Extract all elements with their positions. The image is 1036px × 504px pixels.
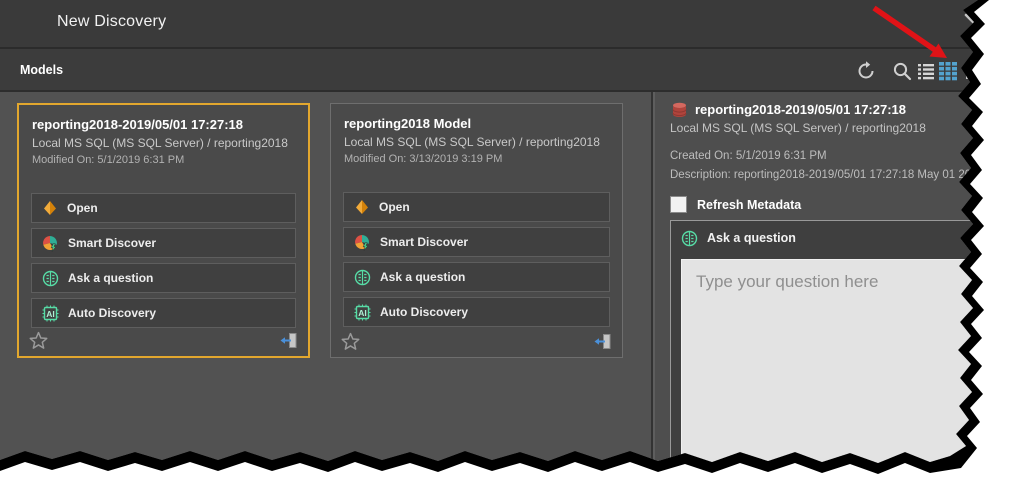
- section-label: Models: [20, 63, 63, 77]
- svg-text:AI: AI: [46, 308, 55, 318]
- smart-discover-button-label: Smart Discover: [380, 235, 468, 249]
- ask-a-question-button-label: Ask a question: [380, 270, 465, 284]
- content-area: reporting2018-2019/05/01 17:27:18 Local …: [0, 92, 1036, 504]
- ask-a-question-button[interactable]: Ask a question: [343, 262, 610, 292]
- details-created: Created On: 5/1/2019 6:31 PM: [670, 150, 827, 162]
- ask-a-question-button[interactable]: Ask a question: [31, 263, 296, 293]
- grid-view-icon[interactable]: [938, 61, 958, 81]
- details-source: Local MS SQL (MS SQL Server) / reporting…: [670, 121, 926, 135]
- ask-a-question-button-label: Ask a question: [68, 271, 153, 285]
- card-footer: [341, 329, 612, 351]
- open-button-label: Open: [379, 200, 410, 214]
- card-actions: Open Smart Discover: [31, 193, 296, 333]
- auto-discovery-button-label: Auto Discovery: [380, 305, 468, 319]
- refresh-icon[interactable]: [856, 61, 876, 81]
- smart-discover-button-label: Smart Discover: [68, 236, 156, 250]
- card-modified: Modified On: 3/13/2019 3:19 PM: [344, 153, 609, 165]
- window-title: New Discovery: [57, 13, 166, 31]
- card-actions: Open Smart Discover: [343, 192, 610, 332]
- open-in-door-icon[interactable]: [593, 332, 612, 351]
- favorite-star-icon[interactable]: [341, 332, 360, 351]
- refresh-metadata-checkbox[interactable]: [670, 196, 687, 213]
- smart-discover-pie-icon: [42, 235, 59, 252]
- card-modified: Modified On: 5/1/2019 6:31 PM: [32, 154, 295, 166]
- pyramid-icon: [42, 200, 58, 216]
- brain-icon: [42, 270, 59, 287]
- models-toolbar: Models: [0, 47, 1036, 92]
- auto-discovery-button[interactable]: AI Auto Discovery: [31, 298, 296, 328]
- refresh-metadata-label: Refresh Metadata: [697, 198, 801, 212]
- refresh-metadata-row: Refresh Metadata: [670, 196, 801, 213]
- card-source: Local MS SQL (MS SQL Server) / reporting…: [344, 135, 609, 149]
- titlebar: New Discovery: [0, 0, 1036, 47]
- screenshot-stage: New Discovery Models: [0, 0, 1036, 504]
- model-card[interactable]: reporting2018 Model Local MS SQL (MS SQL…: [330, 103, 623, 358]
- sql-database-icon: [671, 102, 688, 119]
- ask-panel-header: Ask a question: [671, 221, 1009, 255]
- svg-text:AI: AI: [358, 307, 367, 317]
- details-title: reporting2018-2019/05/01 17:27:18: [695, 102, 906, 117]
- open-button[interactable]: Open: [31, 193, 296, 223]
- smart-discover-button[interactable]: Smart Discover: [343, 227, 610, 257]
- open-in-door-icon[interactable]: [279, 331, 298, 350]
- search-icon[interactable]: [892, 61, 912, 81]
- pyramid-icon: [354, 199, 370, 215]
- open-button-label: Open: [67, 201, 98, 215]
- brain-icon: [681, 230, 698, 247]
- smart-discover-pie-icon: [354, 234, 371, 251]
- card-title: reporting2018-2019/05/01 17:27:18: [32, 117, 295, 132]
- favorite-star-icon[interactable]: [29, 331, 48, 350]
- open-button[interactable]: Open: [343, 192, 610, 222]
- new-discovery-dialog: New Discovery Models: [0, 0, 1036, 504]
- details-panel: reporting2018-2019/05/01 17:27:18 Local …: [651, 92, 1036, 504]
- model-card-selected[interactable]: reporting2018-2019/05/01 17:27:18 Local …: [17, 103, 310, 358]
- brain-icon: [354, 269, 371, 286]
- list-view-icon[interactable]: [916, 61, 936, 81]
- card-source: Local MS SQL (MS SQL Server) / reporting…: [32, 136, 295, 150]
- smart-discover-button[interactable]: Smart Discover: [31, 228, 296, 258]
- auto-discovery-button-label: Auto Discovery: [68, 306, 156, 320]
- auto-discovery-button[interactable]: AI Auto Discovery: [343, 297, 610, 327]
- ai-chip-icon: AI: [354, 304, 371, 321]
- ask-panel-title: Ask a question: [707, 231, 796, 245]
- ai-chip-icon: AI: [42, 305, 59, 322]
- card-title: reporting2018 Model: [344, 116, 609, 131]
- card-footer: [29, 328, 298, 350]
